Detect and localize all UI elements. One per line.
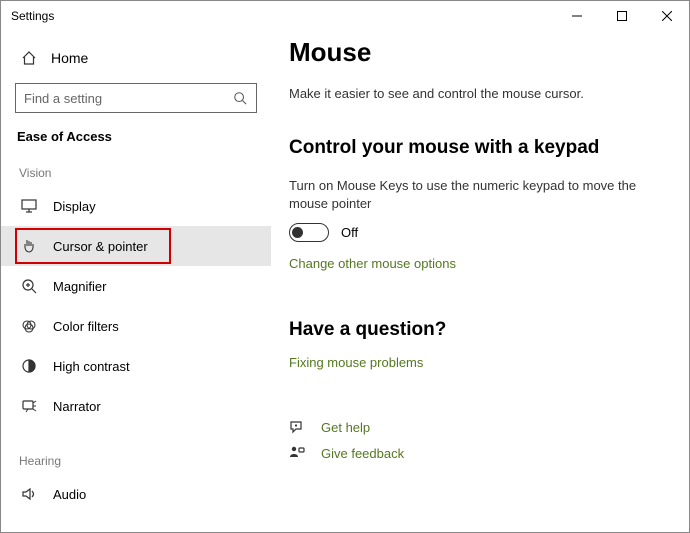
- category-hearing: Hearing: [19, 454, 257, 468]
- content: Home Find a setting Ease of Access Visio…: [1, 31, 689, 532]
- minimize-button[interactable]: [554, 1, 599, 31]
- nav-label: Cursor & pointer: [53, 239, 148, 254]
- cursor-icon: [21, 238, 37, 254]
- mousekeys-toggle[interactable]: [289, 223, 329, 242]
- question-section: Have a question? Fixing mouse problems: [289, 319, 663, 370]
- sidebar-item-narrator[interactable]: Narrator: [1, 386, 271, 426]
- sidebar-item-audio[interactable]: Audio: [1, 474, 271, 514]
- nav-label: Magnifier: [53, 279, 106, 294]
- window-title: Settings: [11, 9, 54, 23]
- titlebar: Settings: [1, 1, 689, 31]
- main-pane: Mouse Make it easier to see and control …: [271, 31, 689, 532]
- nav-label: Color filters: [53, 319, 119, 334]
- sidebar-item-highcontrast[interactable]: High contrast: [1, 346, 271, 386]
- search-input[interactable]: Find a setting: [15, 83, 257, 113]
- feedback-row[interactable]: Give feedback: [289, 440, 663, 466]
- control-description: Turn on Mouse Keys to use the numeric ke…: [289, 177, 663, 213]
- search-icon: [232, 90, 248, 106]
- link-get-help[interactable]: Get help: [321, 420, 370, 435]
- home-nav[interactable]: Home: [15, 39, 257, 77]
- nav-label: Display: [53, 199, 96, 214]
- question-heading: Have a question?: [289, 319, 663, 341]
- control-heading: Control your mouse with a keypad: [289, 137, 663, 159]
- display-icon: [21, 198, 37, 214]
- link-other-mouse-options[interactable]: Change other mouse options: [289, 256, 663, 271]
- section-heading: Ease of Access: [17, 129, 257, 144]
- page-title: Mouse: [289, 37, 663, 68]
- sidebar-item-magnifier[interactable]: Magnifier: [1, 266, 271, 306]
- home-icon: [21, 50, 37, 66]
- nav-label: High contrast: [53, 359, 130, 374]
- get-help-row[interactable]: Get help: [289, 414, 663, 440]
- sidebar-item-display[interactable]: Display: [1, 186, 271, 226]
- help-links: Get help Give feedback: [289, 414, 663, 466]
- close-button[interactable]: [644, 1, 689, 31]
- audio-icon: [21, 486, 37, 502]
- window-controls: [554, 1, 689, 31]
- page-description: Make it easier to see and control the mo…: [289, 86, 663, 101]
- link-give-feedback[interactable]: Give feedback: [321, 446, 404, 461]
- nav-label: Narrator: [53, 399, 101, 414]
- mousekeys-toggle-row: Off: [289, 223, 663, 242]
- narrator-icon: [21, 398, 37, 414]
- link-fixing-problems[interactable]: Fixing mouse problems: [289, 355, 663, 370]
- category-vision: Vision: [19, 166, 257, 180]
- colorfilters-icon: [21, 318, 37, 334]
- home-label: Home: [51, 50, 88, 66]
- toggle-state-label: Off: [341, 225, 358, 240]
- maximize-button[interactable]: [599, 1, 644, 31]
- feedback-icon: [289, 445, 305, 461]
- nav-label: Audio: [53, 487, 86, 502]
- toggle-knob: [292, 227, 303, 238]
- magnifier-icon: [21, 278, 37, 294]
- search-placeholder: Find a setting: [24, 91, 102, 106]
- highcontrast-icon: [21, 358, 37, 374]
- gethelp-icon: [289, 419, 305, 435]
- sidebar: Home Find a setting Ease of Access Visio…: [1, 31, 271, 532]
- sidebar-item-colorfilters[interactable]: Color filters: [1, 306, 271, 346]
- sidebar-item-cursor[interactable]: Cursor & pointer: [1, 226, 271, 266]
